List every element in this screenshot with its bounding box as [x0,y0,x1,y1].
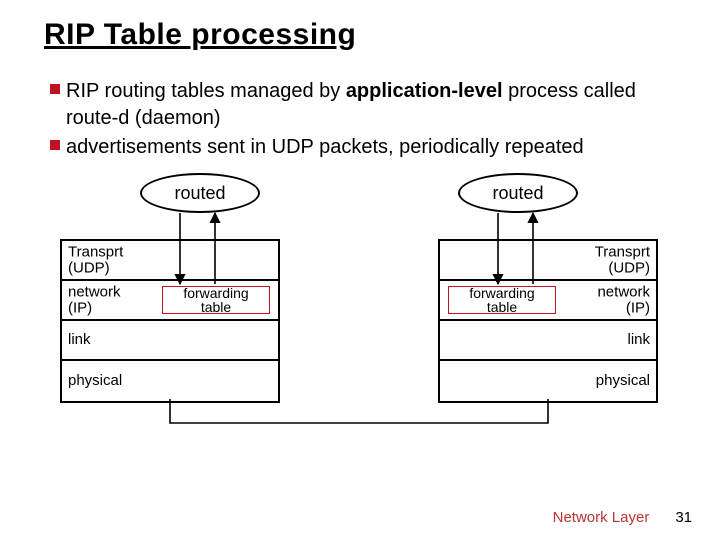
forwarding-table-right: forwardingtable [448,286,556,314]
layer-transport: Transprt(UDP) [440,241,656,281]
slide-footer: Network Layer 31 [553,509,692,526]
bullet-item: advertisements sent in UDP packets, peri… [44,134,654,161]
bullet-text: RIP routing tables managed by [66,80,346,102]
routed-process-right: routed [458,173,578,213]
layer-network: network(IP) forwardingtable [440,281,656,321]
bullet-list: RIP routing tables managed by applicatio… [44,78,654,161]
layer-physical: physical [440,361,656,401]
footer-chapter: Network Layer [553,509,650,526]
bullet-marker-icon [44,134,66,150]
bullet-strong: application-level [346,80,503,102]
layer-transport: Transprt(UDP) [62,241,278,281]
layer-physical: physical [62,361,278,401]
slide-title: RIP Table processing [44,18,680,52]
layer-network: network(IP) forwardingtable [62,281,278,321]
rip-diagram: routed routed Transprt(UDP) network(IP) … [40,171,680,441]
forwarding-table-left: forwardingtable [162,286,270,314]
bullet-marker-icon [44,78,66,94]
protocol-stack-right: Transprt(UDP) network(IP) forwardingtabl… [438,239,658,403]
footer-page-number: 31 [675,509,692,526]
layer-link: link [62,321,278,361]
routed-process-left: routed [140,173,260,213]
protocol-stack-left: Transprt(UDP) network(IP) forwardingtabl… [60,239,280,403]
bullet-text: advertisements sent in UDP packets, peri… [66,136,584,158]
bullet-item: RIP routing tables managed by applicatio… [44,78,654,132]
layer-link: link [440,321,656,361]
